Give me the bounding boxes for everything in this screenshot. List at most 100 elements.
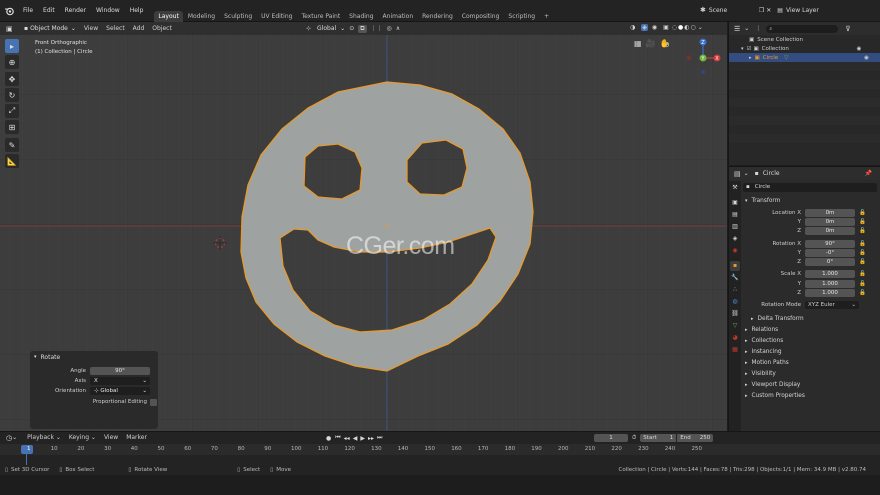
object-name-field[interactable]: ▪ Circle — [743, 182, 877, 192]
lock-icon[interactable]: 🔓 — [859, 241, 866, 247]
view-layer-icon[interactable]: ▤ — [777, 7, 783, 14]
shading-wireframe-icon[interactable]: ◌ — [672, 24, 677, 31]
section-viewport-display[interactable]: ▸ Viewport Display — [743, 380, 879, 391]
tab-uv-editing[interactable]: UV Editing — [257, 11, 296, 22]
camera-icon[interactable]: 🎥 — [646, 39, 656, 48]
display-mode-icon[interactable]: ⋮ — [755, 25, 761, 32]
xray-icon[interactable]: ▣ — [663, 24, 669, 31]
particles-tab-icon[interactable]: ∴ — [730, 285, 740, 295]
physics-tab-icon[interactable]: ◍ — [730, 297, 740, 307]
tab-texture-paint[interactable]: Texture Paint — [297, 11, 344, 22]
select-box-tool-icon[interactable]: ▸ — [5, 39, 19, 53]
scale-y-field[interactable]: 1.000 — [805, 279, 855, 288]
viewport-menu-object[interactable]: Object — [148, 25, 176, 32]
section-transform[interactable]: ▾ Transform — [743, 195, 879, 206]
overlays-icon[interactable]: ◉ — [652, 24, 657, 31]
chevron-down-icon[interactable]: ⌄ — [744, 25, 749, 32]
tool-tab-icon[interactable]: ⚒ — [730, 183, 740, 193]
texture-tab-icon[interactable]: ▦ — [730, 345, 740, 355]
scene-name[interactable]: Scene — [709, 7, 759, 14]
location-x-field[interactable]: 0m — [805, 208, 855, 217]
axis-dropdown[interactable]: X ⌄ — [90, 377, 150, 385]
viewport-menu-select[interactable]: Select — [102, 25, 129, 32]
scale-x-field[interactable]: 1.000 — [805, 270, 855, 279]
location-y-field[interactable]: 0m — [805, 217, 855, 226]
tab-modeling[interactable]: Modeling — [184, 11, 219, 22]
lock-icon[interactable]: 🔓 — [859, 219, 866, 225]
scene-tab-icon[interactable]: ◈ — [730, 234, 740, 244]
collapse-arrow-icon[interactable]: ▾ — [34, 354, 37, 360]
tab-rendering[interactable]: Rendering — [418, 11, 457, 22]
viewport-menu-add[interactable]: Add — [129, 25, 149, 32]
editor-type-icon[interactable]: ▣ — [6, 25, 20, 33]
copy-scene-icon[interactable]: ❐ — [759, 7, 764, 14]
view-layer-name[interactable]: View Layer — [786, 7, 819, 14]
3d-cursor-icon[interactable] — [213, 236, 227, 250]
tab-compositing[interactable]: Compositing — [458, 11, 504, 22]
lock-icon[interactable]: 🔓 — [859, 271, 866, 277]
move-tool-icon[interactable]: ✥ — [5, 72, 19, 86]
outliner-search-input[interactable]: ⌕ — [766, 24, 839, 33]
shading-rendered-icon[interactable]: ○ — [691, 24, 696, 31]
section-visibility[interactable]: ▸ Visibility — [743, 369, 879, 380]
checkbox-icon[interactable]: ☑ — [747, 46, 752, 52]
lock-icon[interactable]: 🔓 — [859, 290, 866, 296]
add-workspace-icon[interactable]: + — [540, 11, 553, 22]
view-layer-tab-icon[interactable]: ▥ — [730, 222, 740, 232]
shading-material-icon[interactable]: ◐ — [684, 24, 689, 31]
lock-icon[interactable]: 🔓 — [859, 250, 866, 256]
section-instancing[interactable]: ▸ Instancing — [743, 347, 879, 358]
data-tab-icon[interactable]: ▽ — [730, 321, 740, 331]
tab-sculpting[interactable]: Sculpting — [220, 11, 256, 22]
outliner-row-scene-collection[interactable]: ▣ Scene Collection — [729, 35, 880, 44]
menu-help[interactable]: Help — [125, 7, 149, 14]
section-relations[interactable]: ▸ Relations — [743, 325, 879, 336]
outliner-row-circle[interactable]: ▸ ▣ Circle ▽ ◉ — [729, 53, 880, 62]
rotation-y-field[interactable]: -0° — [805, 248, 855, 257]
expand-arrow-icon[interactable]: ▸ — [749, 55, 752, 61]
chevron-down-icon[interactable]: ⌄ — [698, 24, 703, 31]
toggle-camera-icon[interactable]: ▦ — [634, 39, 642, 48]
modifier-tab-icon[interactable]: 🔧 — [730, 273, 740, 283]
cursor-tool-icon[interactable]: ⊕ — [5, 55, 19, 69]
object-tab-icon[interactable]: ▪ — [730, 261, 740, 271]
properties-editor-icon[interactable]: ▤ — [734, 170, 741, 178]
render-tab-icon[interactable]: ▣ — [730, 198, 740, 208]
section-collections[interactable]: ▸ Collections — [743, 336, 879, 347]
angle-field[interactable]: 90° — [90, 367, 150, 375]
lock-icon[interactable]: 🔓 — [859, 210, 866, 216]
lock-icon[interactable]: 🔓 — [859, 259, 866, 265]
section-delta-transform[interactable]: ▸ Delta Transform — [743, 314, 879, 325]
location-z-field[interactable]: 0m — [805, 227, 855, 236]
navigation-gizmo[interactable]: Z X Y — [683, 36, 723, 76]
falloff-icon[interactable]: ∧ — [396, 25, 400, 32]
pivot-icon[interactable]: ⊙ — [349, 25, 354, 32]
proportional-edit-icon[interactable]: ◎ — [387, 25, 392, 32]
material-tab-icon[interactable]: ◕ — [730, 333, 740, 343]
menu-edit[interactable]: Edit — [38, 7, 60, 14]
mode-dropdown[interactable]: ▪ Object Mode ⌄ — [20, 24, 80, 33]
rotation-mode-dropdown[interactable]: XYZ Euler ⌄ — [805, 301, 859, 310]
output-tab-icon[interactable]: ▤ — [730, 210, 740, 220]
tab-scripting[interactable]: Scripting — [504, 11, 539, 22]
annotate-tool-icon[interactable]: ✎ — [5, 138, 19, 152]
rotation-x-field[interactable]: 90° — [805, 239, 855, 248]
tab-shading[interactable]: Shading — [345, 11, 377, 22]
orientation-dropdown[interactable]: ⊹ Global ⌄ — [90, 387, 150, 395]
delete-scene-icon[interactable]: ✕ — [766, 7, 771, 14]
blender-logo-icon[interactable] — [4, 6, 14, 16]
lock-icon[interactable]: 🔓 — [859, 281, 866, 287]
measure-tool-icon[interactable]: 📐 — [5, 154, 19, 168]
scale-z-field[interactable]: 1.000 — [805, 289, 855, 298]
constraints-tab-icon[interactable]: ⛓ — [730, 309, 740, 319]
viewport-menu-view[interactable]: View — [80, 25, 102, 32]
rotate-tool-icon[interactable]: ↻ — [5, 88, 19, 102]
eye-icon[interactable]: ◉ — [857, 46, 862, 52]
rotation-z-field[interactable]: 0° — [805, 258, 855, 267]
snap-target-icon[interactable]: ⋮⋮ — [371, 25, 383, 32]
expand-arrow-icon[interactable]: ▾ — [741, 46, 744, 52]
lock-icon[interactable]: 🔓 — [859, 228, 866, 234]
timeline[interactable]: ◷ ⌄ Playback ⌄ Keying ⌄ View Marker ● ⏮ … — [0, 431, 880, 466]
chevron-down-icon[interactable]: ⌄ — [744, 170, 749, 177]
gizmo-icon[interactable]: ◈ — [641, 24, 648, 31]
